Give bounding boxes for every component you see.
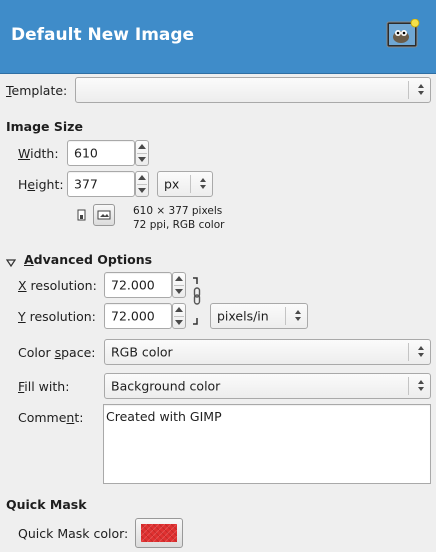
chevron-down-icon bbox=[418, 387, 424, 391]
height-label: Height: bbox=[18, 177, 64, 192]
increment-icon bbox=[138, 175, 146, 180]
quick-mask-color-swatch bbox=[141, 524, 177, 542]
increment-icon bbox=[175, 307, 183, 312]
quick-mask-heading: Quick Mask bbox=[6, 497, 87, 512]
y-resolution-spinner[interactable] bbox=[172, 303, 186, 329]
color-space-label: Color space: bbox=[18, 345, 96, 360]
fill-with-combo[interactable]: Background color bbox=[104, 373, 431, 399]
advanced-options-expander[interactable]: Advanced Options bbox=[5, 252, 152, 267]
chevron-down-icon bbox=[418, 353, 424, 357]
y-resolution-input[interactable]: 72.000 bbox=[104, 303, 172, 329]
chevron-up-icon bbox=[418, 346, 424, 350]
increment-icon bbox=[175, 276, 183, 281]
chain-link-button[interactable] bbox=[190, 274, 204, 328]
quick-mask-color-label: Quick Mask color: bbox=[18, 526, 129, 541]
decrement-icon bbox=[175, 320, 183, 325]
y-resolution-label: Y resolution: bbox=[18, 309, 96, 324]
size-info-pixels: 610 × 377 pixels bbox=[133, 205, 223, 217]
color-space-combo[interactable]: RGB color bbox=[104, 339, 431, 365]
dialog-title: Default New Image bbox=[11, 25, 195, 45]
decrement-icon bbox=[175, 289, 183, 294]
portrait-button[interactable] bbox=[73, 207, 89, 223]
chevron-up-icon bbox=[295, 310, 301, 314]
decrement-icon bbox=[138, 188, 146, 193]
x-resolution-spinner[interactable] bbox=[172, 272, 186, 298]
chevron-up-icon bbox=[418, 380, 424, 384]
size-unit-combo[interactable]: px bbox=[157, 171, 213, 197]
increment-icon bbox=[138, 144, 146, 149]
chevron-down-icon bbox=[200, 185, 206, 189]
chevron-up-icon bbox=[200, 178, 206, 182]
size-info-resolution: 72 ppi, RGB color bbox=[133, 219, 225, 231]
wilber-icon bbox=[386, 18, 420, 49]
chain-link-icon bbox=[193, 277, 201, 325]
width-label: Width: bbox=[18, 146, 59, 161]
chevron-down-icon bbox=[295, 317, 301, 321]
template-combo[interactable] bbox=[75, 77, 431, 103]
portrait-icon bbox=[77, 209, 86, 221]
fill-with-label: Fill with: bbox=[18, 379, 70, 394]
height-spinner[interactable] bbox=[135, 171, 149, 197]
quick-mask-color-button[interactable] bbox=[135, 518, 183, 548]
width-input[interactable]: 610 bbox=[67, 140, 135, 166]
x-resolution-label: X resolution: bbox=[18, 278, 97, 293]
comment-label: Comment: bbox=[18, 410, 84, 425]
template-label: Template: bbox=[6, 83, 68, 98]
resolution-unit-combo[interactable]: pixels/in bbox=[210, 303, 308, 329]
x-resolution-input[interactable]: 72.000 bbox=[104, 272, 172, 298]
chevron-down-icon bbox=[418, 91, 424, 95]
landscape-icon bbox=[97, 210, 111, 220]
width-spinner[interactable] bbox=[135, 140, 149, 166]
expander-triangle-icon bbox=[5, 256, 17, 267]
landscape-button[interactable] bbox=[93, 204, 115, 226]
height-input[interactable]: 377 bbox=[67, 171, 135, 197]
comment-textarea[interactable]: Created with GIMP bbox=[103, 404, 431, 484]
decrement-icon bbox=[138, 157, 146, 162]
image-size-heading: Image Size bbox=[6, 119, 83, 134]
chevron-up-icon bbox=[418, 84, 424, 88]
